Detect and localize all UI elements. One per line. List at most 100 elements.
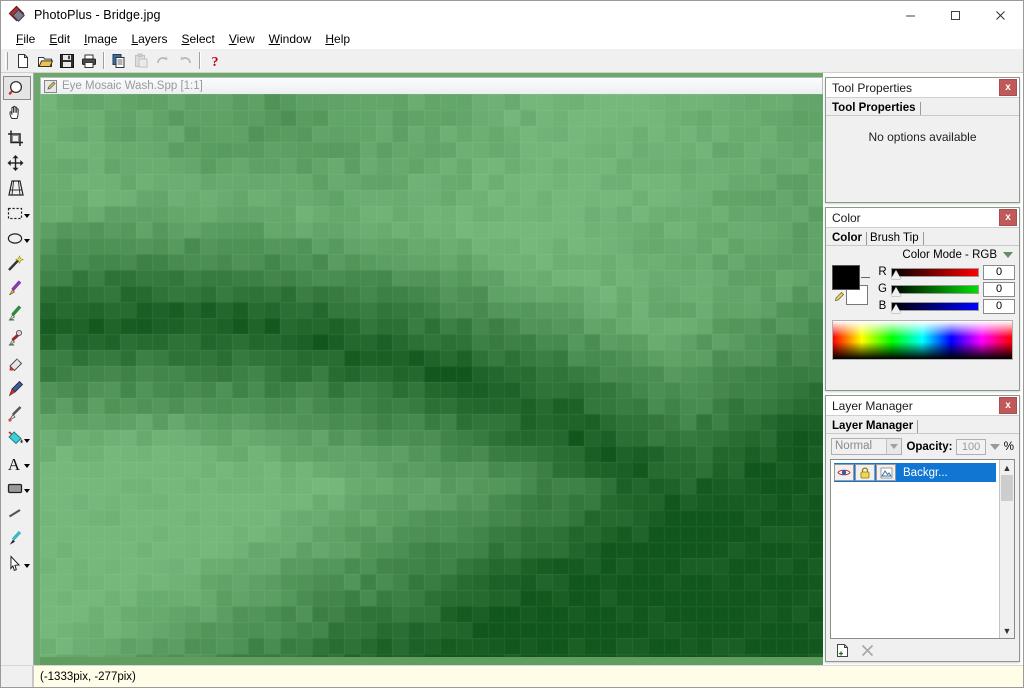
close-icon[interactable]: x — [999, 79, 1017, 96]
undo-button[interactable] — [152, 50, 174, 71]
menu-file[interactable]: File — [9, 30, 42, 48]
menu-window[interactable]: Window — [262, 30, 319, 48]
menu-image[interactable]: Image — [77, 30, 124, 48]
chevron-down-icon[interactable] — [24, 239, 30, 243]
ellipse-select-tool[interactable] — [3, 226, 31, 250]
new-layer-button[interactable] — [834, 642, 851, 659]
image-canvas[interactable] — [40, 94, 823, 665]
close-button[interactable] — [978, 1, 1023, 29]
clone-stamp-tool[interactable] — [3, 326, 31, 350]
copy-button[interactable] — [108, 50, 130, 71]
tab-tool-properties[interactable]: Tool Properties — [829, 102, 921, 115]
chevron-down-icon[interactable] — [24, 214, 30, 218]
chevron-down-icon[interactable] — [886, 439, 902, 454]
red-slider[interactable] — [891, 267, 979, 279]
chevron-down-icon[interactable] — [24, 439, 30, 443]
tab-layer-manager[interactable]: Layer Manager — [829, 420, 919, 433]
menu-edit[interactable]: Edit — [42, 30, 77, 48]
layer-name: Backgr... — [903, 466, 948, 479]
chevron-down-icon[interactable] — [24, 564, 30, 568]
smudge-tool[interactable] — [3, 376, 31, 400]
scroll-track[interactable] — [1000, 475, 1014, 623]
opacity-dropdown-icon[interactable] — [989, 443, 1000, 450]
padlock-icon[interactable] — [855, 464, 875, 481]
node-edit-tool[interactable] — [3, 551, 31, 575]
mosaic-image[interactable] — [40, 94, 823, 657]
eraser-tool[interactable] — [3, 351, 31, 375]
table-row[interactable]: Backgr... — [834, 463, 996, 482]
layer-footer — [826, 639, 1019, 661]
save-button[interactable] — [56, 50, 78, 71]
chevron-down-icon[interactable] — [1003, 252, 1013, 258]
paste-button[interactable] — [130, 50, 152, 71]
pencil-tool[interactable] — [3, 301, 31, 325]
paintbrush-tool[interactable] — [3, 276, 31, 300]
red-value[interactable]: 0 — [983, 264, 1015, 280]
green-value[interactable]: 0 — [983, 281, 1015, 297]
magic-wand-tool[interactable] — [3, 251, 31, 275]
move-tool[interactable] — [3, 151, 31, 175]
chevron-down-icon[interactable] — [24, 489, 30, 493]
menu-help[interactable]: Help — [318, 30, 357, 48]
line-tool[interactable] — [3, 501, 31, 525]
tab-color[interactable]: Color — [829, 232, 868, 245]
pen-tool[interactable] — [3, 526, 31, 550]
blue-slider-row: B 0 — [876, 298, 1015, 314]
blue-slider-thumb[interactable] — [891, 303, 901, 313]
opacity-label: Opacity: — [906, 440, 953, 453]
open-button[interactable] — [34, 50, 56, 71]
green-slider[interactable] — [891, 284, 979, 296]
help-button[interactable]: ? — [204, 50, 226, 71]
maximize-button[interactable] — [933, 1, 978, 29]
close-icon[interactable]: x — [999, 209, 1017, 226]
pan-tool[interactable] — [3, 101, 31, 125]
scroll-down-icon[interactable]: ▼ — [1000, 623, 1014, 638]
green-slider-thumb[interactable] — [891, 286, 901, 296]
tool-properties-panel: Tool Properties x Tool Properties No opt… — [825, 77, 1020, 203]
rectangle-select-tool[interactable] — [3, 201, 31, 225]
print-button[interactable] — [78, 50, 100, 71]
new-document-button[interactable] — [12, 50, 34, 71]
zoom-tool[interactable] — [3, 76, 31, 100]
blue-slider[interactable] — [891, 301, 979, 313]
toolbar-grip[interactable] — [5, 51, 8, 70]
crop-tool[interactable] — [3, 126, 31, 150]
text-tool[interactable]: A — [3, 451, 31, 475]
layer-list-scrollbar[interactable]: ▲ ▼ — [999, 460, 1014, 638]
red-slider-thumb[interactable] — [891, 269, 901, 279]
perspective-tool[interactable] — [3, 176, 31, 200]
eye-icon[interactable] — [834, 464, 854, 481]
blue-value[interactable]: 0 — [983, 298, 1015, 314]
menu-layers[interactable]: Layers — [124, 30, 174, 48]
menu-view[interactable]: View — [222, 30, 262, 48]
color-mode-row[interactable]: Color Mode - RGB — [826, 246, 1019, 263]
close-icon[interactable]: x — [999, 397, 1017, 414]
color-swatches[interactable] — [832, 265, 874, 311]
retouch-brush-tool[interactable] — [3, 401, 31, 425]
layer-manager-body: Normal Opacity: 100 % Backgr... ▲ ▼ — [826, 434, 1019, 661]
layer-list[interactable]: Backgr... ▲ ▼ — [830, 459, 1015, 639]
delete-layer-button[interactable] — [859, 642, 876, 659]
canvas-area[interactable]: Eye Mosaic Wash.Spp [1:1] — [34, 73, 823, 665]
chevron-down-icon[interactable] — [24, 464, 30, 468]
color-panel: Color x Color Brush Tip Color Mode - RGB — [825, 207, 1020, 391]
document-title-bar[interactable]: Eye Mosaic Wash.Spp [1:1] — [40, 77, 823, 94]
layer-mask-icon[interactable] — [876, 464, 896, 481]
status-bar: (-1333pix, -277pix) — [1, 665, 1023, 687]
redo-button[interactable] — [174, 50, 196, 71]
foreground-color-swatch[interactable] — [832, 265, 860, 290]
minimize-button[interactable] — [888, 1, 933, 29]
menu-select[interactable]: Select — [174, 30, 221, 48]
color-picker-icon[interactable] — [832, 291, 845, 304]
shape-tool[interactable] — [3, 476, 31, 500]
blend-mode-select[interactable]: Normal — [831, 438, 903, 455]
color-spectrum[interactable] — [832, 320, 1013, 360]
document-window: Eye Mosaic Wash.Spp [1:1] — [40, 77, 823, 665]
color-header: Color x — [826, 208, 1019, 228]
scroll-thumb[interactable] — [1001, 475, 1013, 501]
opacity-input[interactable]: 100 — [956, 438, 986, 455]
paint-bucket-tool[interactable] — [3, 426, 31, 450]
scroll-up-icon[interactable]: ▲ — [1000, 460, 1014, 475]
layer-manager-panel: Layer Manager x Layer Manager Normal Opa… — [825, 395, 1020, 662]
tab-brush-tip[interactable]: Brush Tip — [867, 232, 924, 245]
